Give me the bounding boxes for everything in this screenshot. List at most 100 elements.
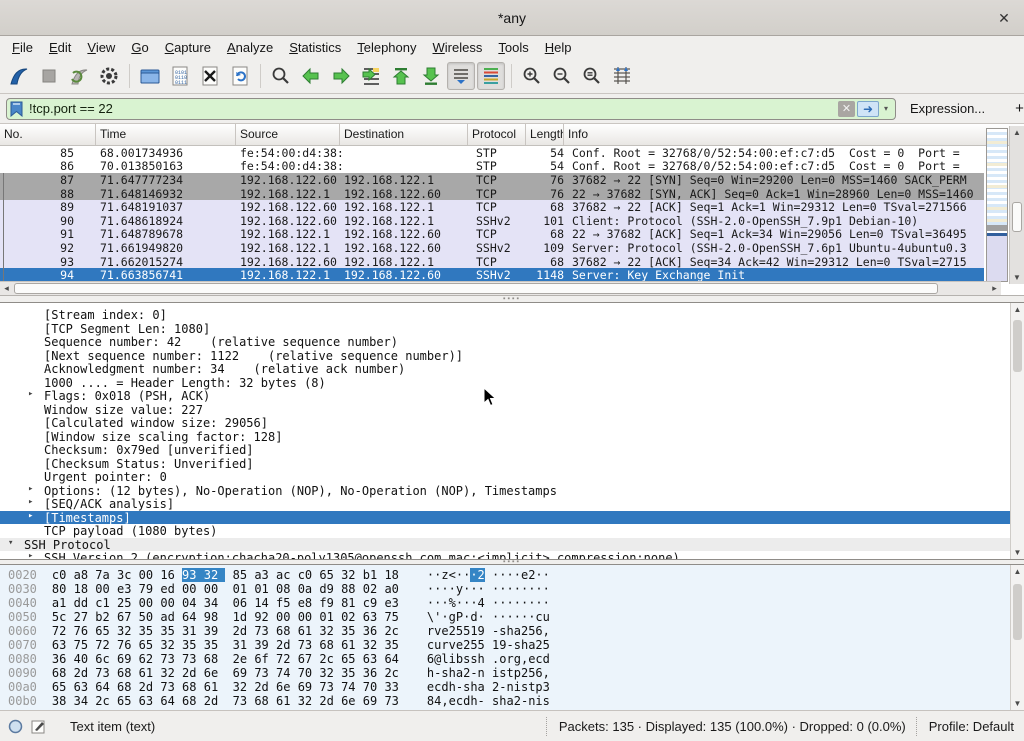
column-header-protocol[interactable]: Protocol (468, 124, 526, 145)
detail-line[interactable]: TCP payload (1080 bytes) (0, 524, 1024, 538)
collapsed-arrow-icon[interactable]: ▸ (28, 484, 33, 494)
menu-go[interactable]: Go (123, 38, 156, 57)
detail-line[interactable]: Acknowledgment number: 34 (relative ack … (0, 362, 1024, 376)
go-last-button[interactable] (417, 62, 445, 90)
menu-help[interactable]: Help (537, 38, 580, 57)
detail-line[interactable]: ▸Flags: 0x018 (PSH, ACK) (0, 389, 1024, 403)
detail-line[interactable]: [Window size scaling factor: 128] (0, 430, 1024, 444)
menu-analyze[interactable]: Analyze (219, 38, 281, 57)
detail-line[interactable]: Sequence number: 42 (relative sequence n… (0, 335, 1024, 349)
go-to-packet-button[interactable] (357, 62, 385, 90)
packet-row-89[interactable]: 8971.648191037192.168.122.60192.168.122.… (0, 200, 984, 214)
menu-statistics[interactable]: Statistics (281, 38, 349, 57)
hex-row-0030[interactable]: 003080 18 00 e3 79 ed 00 00 01 01 08 0a … (0, 582, 1024, 596)
scroll-down-icon[interactable]: ▼ (1013, 271, 1021, 284)
expanded-arrow-icon[interactable]: ▾ (8, 538, 13, 548)
detail-line[interactable]: ▸Options: (12 bytes), No-Operation (NOP)… (0, 484, 1024, 498)
capture-comment-icon[interactable] (31, 719, 46, 734)
packet-list-horizontal-scrollbar[interactable]: ◂ ▸ (0, 281, 1001, 295)
zoom-original-button[interactable] (578, 62, 606, 90)
profile-button[interactable]: Profile: Default (916, 717, 1016, 736)
menu-file[interactable]: File (4, 38, 41, 57)
hex-row-0060[interactable]: 006072 76 65 32 35 35 31 39 2d 73 68 61 … (0, 624, 1024, 638)
column-header-source[interactable]: Source (236, 124, 340, 145)
detail-line[interactable]: Checksum: 0x79ed [unverified] (0, 443, 1024, 457)
zoom-in-button[interactable] (518, 62, 546, 90)
save-file-button[interactable]: 010101100111 (166, 62, 194, 90)
filter-bookmark-icon[interactable] (10, 101, 23, 117)
hex-row-0050[interactable]: 00505c 27 b2 67 50 ad 64 98 1d 92 00 00 … (0, 610, 1024, 624)
go-first-button[interactable] (387, 62, 415, 90)
menu-tools[interactable]: Tools (490, 38, 536, 57)
bytes-vertical-scrollbar[interactable]: ▲ ▼ (1010, 565, 1024, 710)
packet-row-91[interactable]: 9171.648789678192.168.122.1192.168.122.6… (0, 228, 984, 242)
hex-row-0040[interactable]: 0040a1 dd c1 25 00 00 04 34 06 14 f5 e8 … (0, 596, 1024, 610)
detail-line[interactable]: ▸[SEQ/ACK analysis] (0, 497, 1024, 511)
scroll-left-icon[interactable]: ◂ (0, 283, 13, 294)
packet-row-85[interactable]: 8568.001734936fe:54:00:d4:38:2aSTP54Conf… (0, 146, 984, 160)
hex-row-00b0[interactable]: 00b038 34 2c 65 63 64 68 2d 73 68 61 32 … (0, 694, 1024, 708)
expression-button[interactable]: Expression... (910, 101, 985, 116)
packet-row-92[interactable]: 9271.661949820192.168.122.1192.168.122.6… (0, 241, 984, 255)
hex-row-0070[interactable]: 007063 75 72 76 65 32 35 35 31 39 2d 73 … (0, 638, 1024, 652)
intelligent-scrollbar-minimap[interactable] (986, 128, 1008, 282)
detail-line[interactable]: [Stream index: 0] (0, 308, 1024, 322)
collapsed-arrow-icon[interactable]: ▸ (28, 551, 33, 560)
restart-capture-button[interactable] (65, 62, 93, 90)
scroll-up-icon[interactable]: ▲ (1014, 303, 1022, 316)
hex-row-00a0[interactable]: 00a065 63 64 68 2d 73 68 61 32 2d 6e 69 … (0, 680, 1024, 694)
capture-options-button[interactable] (95, 62, 123, 90)
column-header-time[interactable]: Time (96, 124, 236, 145)
column-header-destination[interactable]: Destination (340, 124, 468, 145)
scroll-down-icon[interactable]: ▼ (1014, 697, 1022, 710)
scrollbar-thumb[interactable] (14, 283, 938, 294)
packet-list-vertical-scrollbar[interactable]: ▲ ▼ (1009, 126, 1024, 284)
packet-row-87[interactable]: 8771.647777234192.168.122.60192.168.122.… (0, 173, 984, 187)
detail-line[interactable]: 1000 .... = Header Length: 32 bytes (8) (0, 376, 1024, 390)
reload-file-button[interactable] (226, 62, 254, 90)
scrollbar-thumb[interactable] (1013, 584, 1022, 640)
display-filter-input[interactable]: !tcp.port == 22 ✕ ➜ ▾ (6, 98, 896, 120)
menu-edit[interactable]: Edit (41, 38, 79, 57)
find-packet-button[interactable] (267, 62, 295, 90)
detail-line[interactable]: [Checksum Status: Unverified] (0, 457, 1024, 471)
collapsed-arrow-icon[interactable]: ▸ (28, 389, 33, 399)
resize-columns-button[interactable] (608, 62, 636, 90)
expert-info-icon[interactable] (8, 719, 23, 734)
scroll-up-icon[interactable]: ▲ (1014, 565, 1022, 578)
column-header-length[interactable]: Length (526, 124, 564, 145)
details-vertical-scrollbar[interactable]: ▲ ▼ (1010, 303, 1024, 559)
scroll-down-icon[interactable]: ▼ (1014, 546, 1022, 559)
collapsed-arrow-icon[interactable]: ▸ (28, 511, 33, 521)
detail-line[interactable]: Window size value: 227 (0, 403, 1024, 417)
packet-row-90[interactable]: 9071.648618924192.168.122.60192.168.122.… (0, 214, 984, 228)
detail-line[interactable]: [Next sequence number: 1122 (relative se… (0, 349, 1024, 363)
collapsed-arrow-icon[interactable]: ▸ (28, 497, 33, 507)
go-back-button[interactable] (297, 62, 325, 90)
hex-row-0080[interactable]: 008036 40 6c 69 62 73 73 68 2e 6f 72 67 … (0, 652, 1024, 666)
filter-apply-icon[interactable]: ➜ (857, 101, 879, 117)
scrollbar-thumb[interactable] (1012, 202, 1022, 232)
scroll-right-icon[interactable]: ▸ (988, 283, 1001, 294)
go-forward-button[interactable] (327, 62, 355, 90)
filter-text[interactable]: !tcp.port == 22 (29, 101, 838, 116)
open-file-button[interactable] (136, 62, 164, 90)
hex-row-0090[interactable]: 009068 2d 73 68 61 32 2d 6e 69 73 74 70 … (0, 666, 1024, 680)
start-capture-button[interactable] (5, 62, 33, 90)
filter-clear-icon[interactable]: ✕ (838, 101, 855, 117)
hex-row-0020[interactable]: 0020c0 a8 7a 3c 00 16 93 32 85 a3 ac c0 … (0, 568, 1024, 582)
zoom-out-button[interactable] (548, 62, 576, 90)
packet-row-94[interactable]: 9471.663856741192.168.122.1192.168.122.6… (0, 268, 984, 282)
add-filter-button[interactable]: + (1009, 100, 1024, 117)
colorize-button[interactable] (477, 62, 505, 90)
filter-dropdown-icon[interactable]: ▾ (884, 104, 888, 113)
auto-scroll-button[interactable] (447, 62, 475, 90)
scroll-up-icon[interactable]: ▲ (1013, 126, 1021, 139)
close-file-button[interactable] (196, 62, 224, 90)
column-header-info[interactable]: Info (564, 124, 1024, 145)
menu-telephony[interactable]: Telephony (349, 38, 424, 57)
menu-wireless[interactable]: Wireless (425, 38, 491, 57)
detail-line[interactable]: ▸[Timestamps] (0, 511, 1024, 525)
stop-capture-button[interactable] (35, 62, 63, 90)
packet-row-88[interactable]: 8871.648146932192.168.122.1192.168.122.6… (0, 187, 984, 201)
